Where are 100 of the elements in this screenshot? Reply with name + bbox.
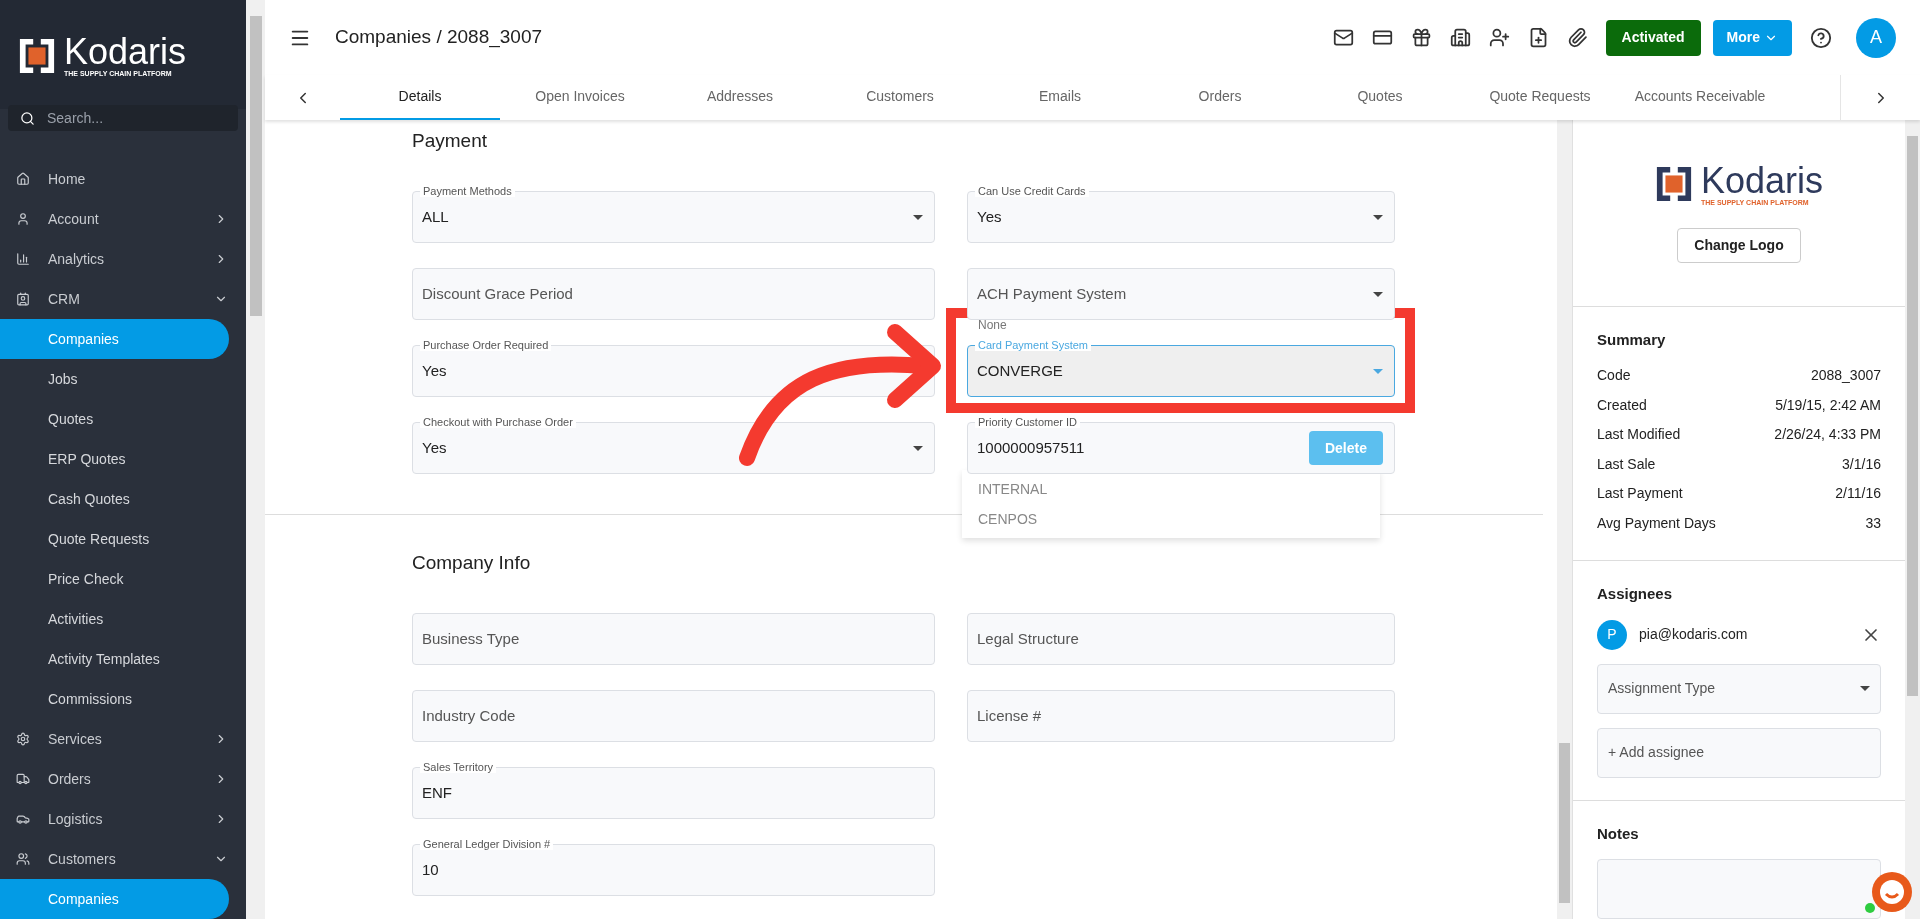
nav-subitem[interactable]: Cash Quotes [0, 479, 229, 519]
field-placeholder: ACH Payment System [977, 283, 1128, 304]
summary-label: Last Sale [1597, 454, 1656, 474]
field-value: ENF [422, 782, 453, 803]
nav-item[interactable]: Account [0, 199, 246, 239]
nav-item[interactable]: Logistics [0, 799, 246, 839]
dropdown-caret-icon [1373, 291, 1383, 297]
nav-item[interactable]: Analytics [0, 239, 246, 279]
tab[interactable]: Accounts Receivable [1620, 75, 1780, 120]
field-placeholder: Industry Code [422, 705, 517, 726]
menu-option[interactable]: INTERNAL [962, 481, 1380, 497]
summary-value: 3/1/16 [1842, 454, 1881, 474]
field-value: Yes [977, 206, 1003, 227]
summary-label: Created [1597, 395, 1647, 415]
field-label: Checkout with Purchase Order [420, 416, 576, 428]
field-value: CONVERGE [977, 360, 1064, 381]
assignment-type-select[interactable]: Assignment Type [1597, 663, 1881, 714]
gift-icon[interactable] [1410, 27, 1432, 48]
paperclip-icon[interactable] [1566, 27, 1588, 48]
menu-option[interactable]: CENPOS [962, 511, 1380, 527]
field-label: Purchase Order Required [420, 339, 552, 351]
summary-label: Last Modified [1597, 425, 1681, 445]
summary-label: Last Payment [1597, 484, 1683, 504]
field-label: Priority Customer ID [975, 416, 1081, 428]
menu-option[interactable]: None [962, 318, 1023, 332]
field-placeholder: Business Type [422, 628, 521, 649]
nav-subitem[interactable]: Quote Requests [0, 519, 229, 559]
chart-icon [16, 252, 30, 266]
nav-subitem[interactable]: Quotes [0, 399, 229, 439]
contact-card-icon [16, 292, 30, 306]
scrollbar-thumb[interactable] [1907, 136, 1918, 696]
tab[interactable]: Quotes [1300, 75, 1460, 120]
summary-value: 33 [1865, 513, 1881, 533]
tab[interactable]: Addresses [660, 75, 820, 120]
people-icon [16, 852, 30, 866]
field-label: Card Payment System [975, 339, 1092, 351]
tab[interactable]: Quote Requests [1460, 75, 1620, 120]
tab[interactable]: Open Invoices [500, 75, 660, 120]
nav-subitem[interactable]: Activity Templates [0, 639, 229, 679]
mail-icon[interactable] [1332, 27, 1354, 48]
search-placeholder: Search... [47, 108, 104, 128]
summary-value: 5/19/15, 2:42 AM [1775, 395, 1881, 415]
nav-item[interactable]: CRM [0, 279, 246, 319]
logo-text: Kodaris [1700, 162, 1824, 199]
nav-subitem[interactable]: ERP Quotes [0, 439, 229, 479]
section-title: Payment [412, 128, 488, 153]
summary-label: Avg Payment Days [1597, 513, 1716, 533]
tab[interactable]: Details [340, 75, 500, 120]
nav-item[interactable]: Customers [0, 839, 246, 879]
dropdown-caret-icon [1373, 368, 1383, 374]
nav-subitem[interactable]: Commissions [0, 679, 229, 719]
field-label: General Ledger Division # [420, 838, 554, 850]
summary-value: 2/26/24, 4:33 PM [1774, 425, 1881, 445]
field-label: Can Use Credit Cards [975, 185, 1089, 197]
summary-title: Summary [1597, 329, 1667, 350]
field-placeholder: License # [977, 705, 1043, 726]
summary-value: 2088_3007 [1810, 366, 1881, 386]
home-icon [16, 172, 30, 186]
notes-field[interactable] [1597, 859, 1881, 919]
nav-subitem[interactable]: Price Check [0, 559, 229, 599]
add-person-icon[interactable] [1488, 27, 1510, 48]
search-field[interactable]: Search... [8, 105, 238, 131]
notes-title: Notes [1597, 823, 1640, 844]
tab[interactable]: Orders [1140, 75, 1300, 120]
logo-text: Kodaris [64, 34, 187, 70]
change-logo-button[interactable]: Change Logo [1677, 227, 1801, 263]
section-title: Company Info [412, 550, 532, 575]
scrollbar-thumb[interactable] [1559, 743, 1570, 903]
tab[interactable]: Customers [820, 75, 980, 120]
summary-value: 2/11/16 [1835, 484, 1881, 504]
page-title: Companies / 2088_3007 [335, 25, 544, 50]
field-value: ALL [422, 206, 450, 227]
nav-item[interactable]: Services [0, 719, 246, 759]
status-button[interactable]: Activated [1605, 19, 1701, 56]
car-icon [16, 812, 30, 826]
field-value: 10 [422, 859, 440, 880]
logo-mark-icon [1654, 165, 1693, 204]
add-assignee-field[interactable]: + Add assignee [1597, 727, 1881, 778]
nav-subitem[interactable]: Jobs [0, 359, 229, 399]
nav-item[interactable]: Orders [0, 759, 246, 799]
scrollbar-thumb[interactable] [249, 16, 262, 316]
tab[interactable]: Emails [980, 75, 1140, 120]
dropdown-caret-icon [913, 445, 923, 451]
field-placeholder: Legal Structure [977, 628, 1080, 649]
field-value: Yes [422, 360, 448, 381]
nav-item[interactable]: Home [0, 159, 246, 199]
field-placeholder: Discount Grace Period [422, 283, 574, 304]
summary-label: Code [1597, 366, 1631, 386]
help-icon[interactable] [1810, 26, 1832, 49]
field-label: Payment Methods [420, 185, 515, 197]
search-icon [20, 110, 35, 126]
gears-icon [16, 732, 30, 746]
logo-mark-icon [18, 36, 56, 75]
assignee-email: pia@kodaris.com [1639, 625, 1749, 644]
dropdown-caret-icon [1860, 686, 1870, 691]
truck-icon [16, 772, 30, 786]
assignee-avatar: P [1597, 619, 1627, 650]
building-icon[interactable] [1449, 27, 1471, 48]
dropdown-caret-icon [1373, 214, 1383, 220]
nav-subitem[interactable]: Activities [0, 599, 229, 639]
